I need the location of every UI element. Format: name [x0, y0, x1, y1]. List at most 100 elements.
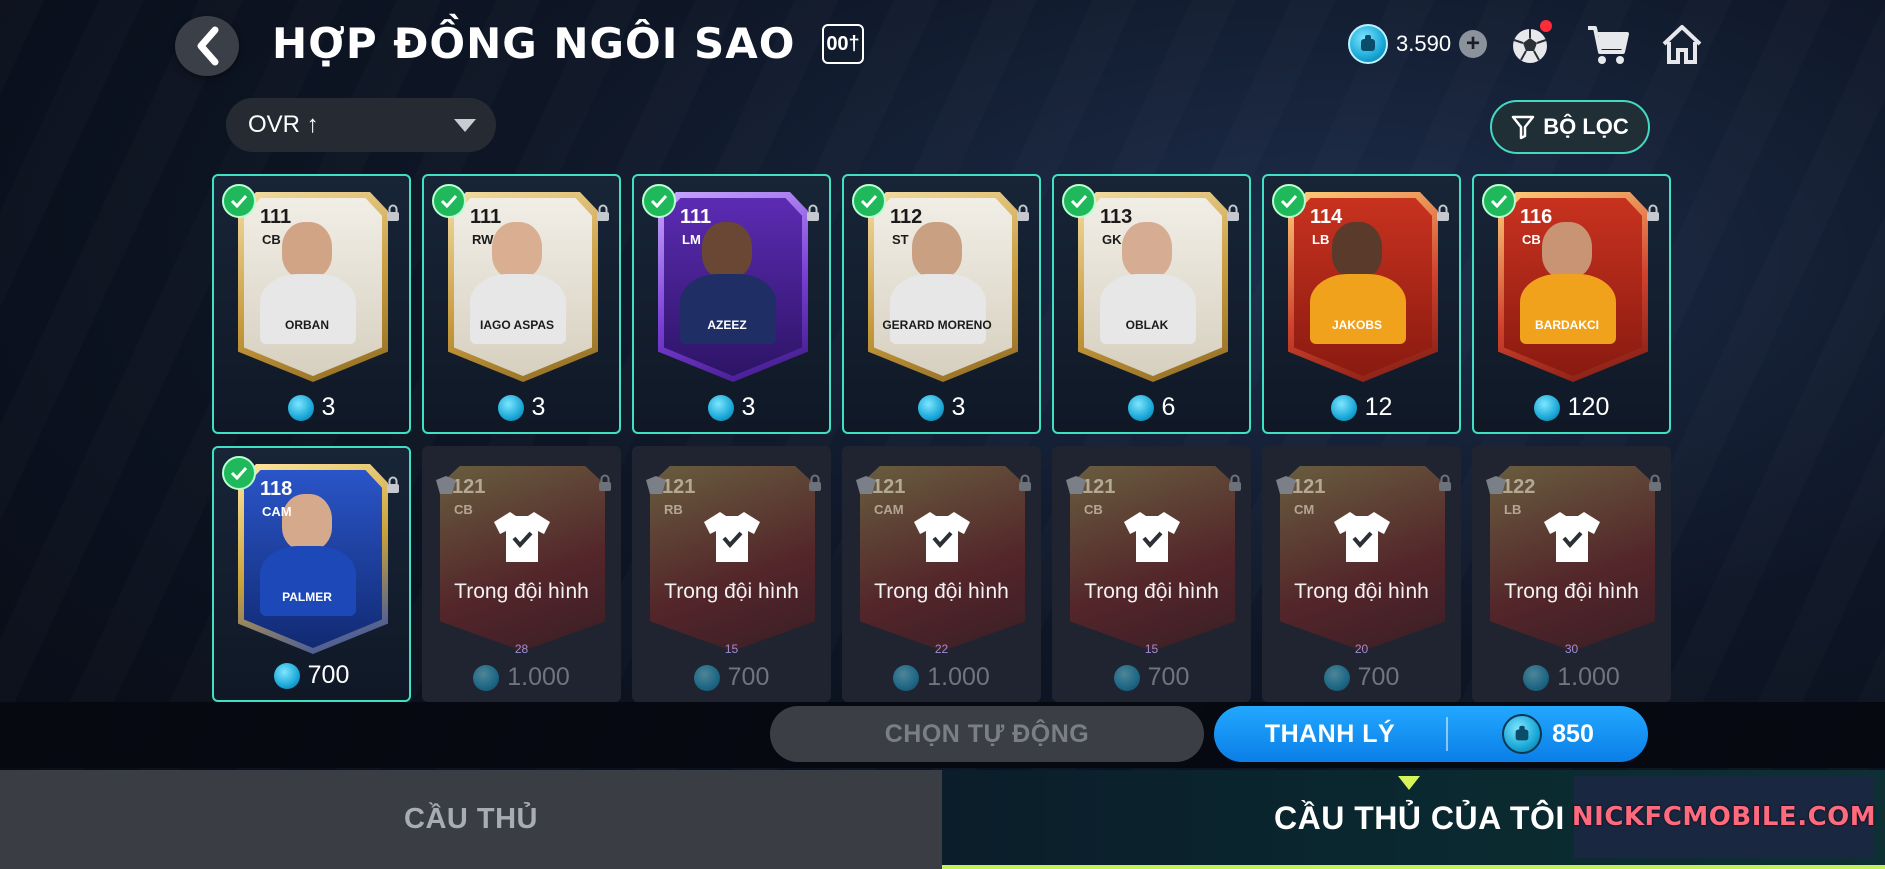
- coin-icon: [707, 394, 734, 421]
- coin-icon: [893, 664, 920, 691]
- currency-display: 3.590 +: [1348, 24, 1488, 64]
- card-position: CAM: [874, 502, 904, 517]
- price-value: 1.000: [507, 663, 570, 691]
- active-tab-marker: [1398, 776, 1420, 790]
- player-slot[interactable]: 111 CB ORBAN 3: [212, 174, 411, 434]
- card-price: 1.000: [422, 663, 621, 692]
- price-value: 3: [951, 393, 966, 421]
- coin-icon: [1348, 24, 1388, 64]
- card-type-icon: [646, 476, 666, 494]
- add-currency-button[interactable]: +: [1459, 30, 1488, 58]
- sort-dropdown[interactable]: OVR ↑: [226, 98, 496, 152]
- squad-player-slot: 122 LB Trong đội hình 30 1.000: [1472, 446, 1671, 702]
- check-icon: [222, 456, 256, 490]
- football-shop-button[interactable]: [1504, 18, 1556, 70]
- check-icon: [222, 184, 256, 218]
- sell-button[interactable]: THANH LÝ 850: [1214, 706, 1648, 762]
- card-position: RB: [664, 502, 683, 517]
- lock-icon: [809, 474, 821, 491]
- sell-total: 850: [1448, 714, 1648, 754]
- title-badge: 00†: [822, 24, 864, 64]
- player-slot[interactable]: 111 RW IAGO ASPAS 3: [422, 174, 621, 434]
- card-type-icon: [1276, 476, 1296, 494]
- tab-players[interactable]: CẦU THỦ: [0, 770, 942, 869]
- card-price: 1.000: [1472, 663, 1671, 692]
- card-position: LM: [682, 232, 701, 247]
- lock-icon: [1227, 204, 1239, 221]
- watermark: NICKFCMOBILE.COM: [1572, 776, 1876, 858]
- lock-icon: [1647, 204, 1659, 221]
- card-price: 700: [1052, 663, 1251, 692]
- lock-icon: [1019, 474, 1031, 491]
- lock-icon: [1649, 474, 1661, 491]
- filter-button[interactable]: BỘ LỌC: [1490, 100, 1650, 154]
- player-card: 111 CB ORBAN: [238, 192, 388, 382]
- squad-player-slot: 121 RB Trong đội hình 15 700: [632, 446, 831, 702]
- player-card: 112 ST GERARD MORENO: [868, 192, 1018, 382]
- card-level: 22: [934, 642, 949, 656]
- in-squad-label: Trong đội hình: [664, 580, 799, 603]
- card-player-name: JAKOBS: [1331, 318, 1382, 332]
- player-card: 111 LM AZEEZ: [658, 192, 808, 382]
- player-slot[interactable]: 111 LM AZEEZ 3: [632, 174, 831, 434]
- card-player-name: AZEEZ: [707, 318, 747, 332]
- player-slot[interactable]: 118 CAM PALMER 700: [212, 446, 411, 702]
- card-price: 120: [1474, 393, 1669, 422]
- card-position: GK: [1102, 232, 1122, 247]
- in-squad-label: Trong đội hình: [1504, 580, 1639, 603]
- card-price: 3: [634, 393, 829, 422]
- card-position: CAM: [262, 504, 292, 519]
- card-price: 700: [1262, 663, 1461, 692]
- squad-player-slot: 121 CM Trong đội hình 20 700: [1262, 446, 1461, 702]
- lock-icon: [1439, 474, 1451, 491]
- card-type-icon: [436, 476, 456, 494]
- check-icon: [1062, 184, 1096, 218]
- player-card: 116 CB BARDAKCI: [1498, 192, 1648, 382]
- in-squad-label: Trong đội hình: [454, 580, 589, 603]
- cart-button[interactable]: [1582, 18, 1634, 70]
- auto-select-button[interactable]: CHỌN TỰ ĐỘNG: [770, 706, 1204, 762]
- card-ovr: 113: [1100, 206, 1133, 228]
- coin-icon: [1127, 394, 1154, 421]
- caret-down-icon: [454, 119, 476, 132]
- card-ovr: 116: [1520, 206, 1553, 228]
- card-level: 30: [1564, 642, 1579, 656]
- lock-icon: [1437, 204, 1449, 221]
- check-icon: [852, 184, 886, 218]
- player-slot[interactable]: 116 CB BARDAKCI 120: [1472, 174, 1671, 434]
- card-level: 15: [1144, 642, 1159, 656]
- player-card: 113 GK OBLAK: [1078, 192, 1228, 382]
- card-player-name: GERARD MORENO: [882, 318, 992, 332]
- lock-icon: [387, 476, 399, 493]
- card-price: 3: [424, 393, 619, 422]
- card-ovr: 114: [1310, 206, 1343, 228]
- filter-icon: [1511, 115, 1535, 140]
- shirt-check-icon: [1334, 512, 1390, 562]
- player-slot[interactable]: 112 ST GERARD MORENO 3: [842, 174, 1041, 434]
- price-value: 3: [321, 393, 336, 421]
- card-ovr: 111: [260, 206, 292, 228]
- shirt-check-icon: [704, 512, 760, 562]
- player-slot[interactable]: 113 GK OBLAK 6: [1052, 174, 1251, 434]
- home-button[interactable]: [1656, 18, 1708, 70]
- shirt-check-icon: [914, 512, 970, 562]
- check-icon: [642, 184, 676, 218]
- coin-icon: [273, 662, 300, 689]
- chevron-left-icon: [197, 26, 219, 66]
- back-button[interactable]: [175, 16, 239, 76]
- coin-icon: [1330, 394, 1357, 421]
- price-value: 1.000: [1557, 663, 1620, 691]
- coin-icon: [1323, 664, 1350, 691]
- card-position: CB: [454, 502, 473, 517]
- player-card: 111 RW IAGO ASPAS: [448, 192, 598, 382]
- player-slot[interactable]: 114 LB JAKOBS 12: [1262, 174, 1461, 434]
- card-position: CB: [262, 232, 281, 247]
- lock-icon: [807, 204, 819, 221]
- card-type-icon: [856, 476, 876, 494]
- page-title: HỢP ĐỒNG NGÔI SAO: [272, 19, 796, 68]
- card-ovr: 112: [890, 206, 923, 228]
- card-price: 700: [632, 663, 831, 692]
- card-price: 700: [214, 661, 409, 690]
- lock-icon: [597, 204, 609, 221]
- price-value: 12: [1364, 393, 1393, 421]
